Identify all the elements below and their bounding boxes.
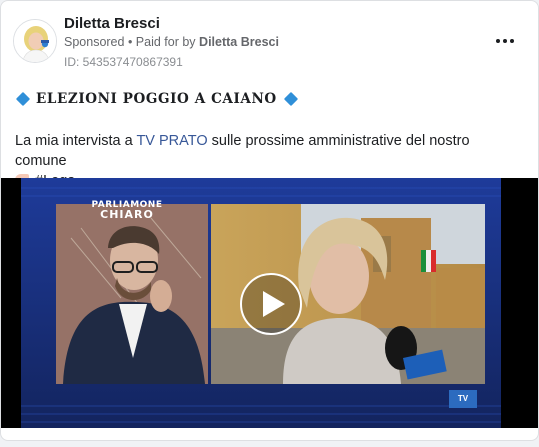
body-text-start: La mia intervista a — [15, 133, 137, 149]
play-icon — [263, 291, 285, 317]
paid-for-prefix: • Paid for by — [127, 35, 196, 49]
page-avatar[interactable] — [13, 19, 57, 63]
page-name[interactable]: Diletta Bresci — [64, 15, 160, 32]
ad-id: ID: 543537470867391 — [64, 55, 183, 69]
ad-card: Diletta Bresci Sponsored • Paid for by D… — [0, 0, 539, 441]
show-logo: PARLIAMONE CHIARO — [87, 200, 167, 222]
sponsored-line: Sponsored • Paid for by Diletta Bresci — [64, 35, 279, 49]
paid-for-by: Diletta Bresci — [199, 35, 279, 49]
tv-prato-link[interactable]: TV PRATO — [136, 133, 207, 149]
channel-logo: TV — [449, 390, 477, 408]
more-options-icon — [496, 39, 500, 43]
video-player[interactable]: PARLIAMONE CHIARO TV — [1, 178, 538, 428]
more-options-button[interactable] — [494, 31, 516, 51]
small-blue-diamond-icon — [15, 91, 31, 107]
small-blue-diamond-icon — [283, 91, 298, 107]
post-headline: ELEZIONI POGGIO A CAIANO — [15, 91, 300, 107]
show-logo-line2: CHIARO — [100, 208, 154, 221]
sponsored-label: Sponsored — [64, 35, 125, 49]
headline-text: ELEZIONI POGGIO A CAIANO — [36, 91, 277, 107]
play-button[interactable] — [240, 273, 302, 335]
